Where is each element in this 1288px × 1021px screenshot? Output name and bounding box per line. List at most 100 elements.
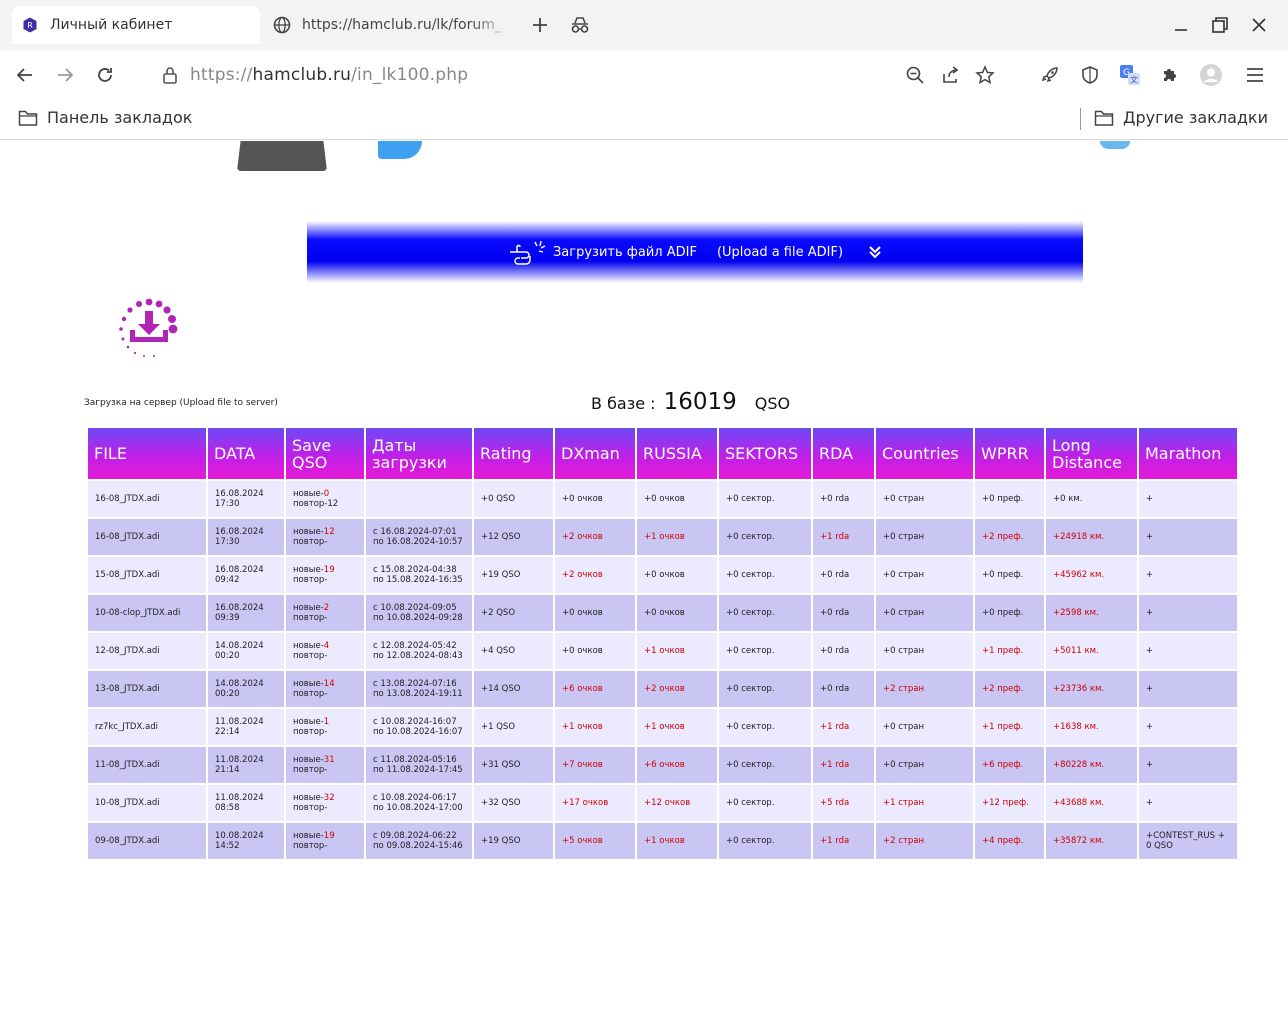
tab-inactive[interactable]: https://hamclub.ru/lk/forum_ bbox=[270, 6, 515, 44]
cell-save-qso: новые-12 повтор- bbox=[286, 519, 364, 555]
cell-data-line: 16.08.2024 bbox=[215, 565, 264, 575]
cell-dates-line: по 11.08.2024-17:45 bbox=[373, 765, 463, 775]
extensions-button[interactable] bbox=[1158, 63, 1182, 87]
folder-icon bbox=[18, 110, 38, 126]
save-new-count: 19 bbox=[323, 565, 335, 575]
cell-file: 11-08_JTDX.adi bbox=[88, 747, 206, 783]
close-window-button[interactable] bbox=[1246, 12, 1272, 38]
cell-marathon: + bbox=[1139, 671, 1237, 707]
header-marathon: Marathon bbox=[1139, 428, 1237, 479]
cell-countries: +0 стран bbox=[876, 709, 973, 745]
cell-rda: +0 rda bbox=[813, 633, 874, 669]
save-new-line: новые-4 bbox=[293, 641, 357, 651]
minimize-button[interactable] bbox=[1168, 12, 1194, 38]
cell-marathon: + bbox=[1139, 747, 1237, 783]
incognito-button[interactable] bbox=[568, 13, 592, 37]
cell-data-line: 09:42 bbox=[215, 575, 240, 585]
menu-button[interactable] bbox=[1243, 63, 1267, 87]
cell-data: 10.08.2024 14:52 bbox=[208, 823, 284, 859]
save-new-label: новые- bbox=[293, 717, 324, 727]
translate-extension-button[interactable]: G文 bbox=[1118, 63, 1142, 87]
cell-file: 15-08_JTDX.adi bbox=[88, 557, 206, 593]
save-new-count: 4 bbox=[323, 641, 330, 651]
qso-count-label: В базе : bbox=[591, 394, 656, 413]
cell-rating: +4 QSO bbox=[474, 633, 553, 669]
profile-button[interactable] bbox=[1199, 63, 1223, 87]
other-bookmarks-label: Другие закладки bbox=[1123, 108, 1268, 127]
zoom-out-button[interactable] bbox=[903, 63, 927, 87]
cell-wprr: +1 преф. bbox=[975, 709, 1044, 745]
folder-icon bbox=[1094, 110, 1114, 126]
header-banner bbox=[0, 141, 1288, 173]
download-server-icon[interactable] bbox=[114, 298, 184, 364]
cell-sektors: +0 сектор. bbox=[719, 633, 811, 669]
other-bookmarks-folder[interactable]: Другие закладки bbox=[1094, 108, 1268, 127]
cell-sektors: +0 сектор. bbox=[719, 519, 811, 555]
save-new-line: новые-19 bbox=[293, 565, 357, 575]
save-new-label: новые- bbox=[293, 641, 324, 651]
bookmarks-bar: Панель закладок Другие закладки bbox=[0, 100, 1288, 140]
cell-dxman: +7 очков bbox=[555, 747, 635, 783]
back-button[interactable] bbox=[13, 63, 37, 87]
new-tab-button[interactable] bbox=[528, 13, 552, 37]
cell-countries: +2 стран bbox=[876, 671, 973, 707]
cell-russia: +2 очков bbox=[637, 671, 717, 707]
cell-countries: +0 стран bbox=[876, 519, 973, 555]
cell-data-line: 16.08.2024 bbox=[215, 603, 264, 613]
restore-button[interactable] bbox=[1207, 12, 1233, 38]
cell-data-line: 22:14 bbox=[215, 727, 240, 737]
forward-button[interactable] bbox=[53, 63, 77, 87]
cell-rda: +1 rda bbox=[813, 823, 874, 859]
bookmark-star-button[interactable] bbox=[973, 63, 997, 87]
table-row: 10-08-clop_JTDX.adi 16.08.2024 09:39 новые-… bbox=[88, 595, 1237, 631]
header-sektors: SEKTORS bbox=[719, 428, 811, 479]
cell-file: 16-08_JTDX.adi bbox=[88, 519, 206, 555]
cell-dates-line: по 12.08.2024-08:43 bbox=[373, 651, 463, 661]
cell-rda: +1 rda bbox=[813, 747, 874, 783]
cell-save-qso: новые-2 повтор- bbox=[286, 595, 364, 631]
header-rda: RDA bbox=[813, 428, 874, 479]
cell-rating: +14 QSO bbox=[474, 671, 553, 707]
cell-marathon: + bbox=[1139, 519, 1237, 555]
cell-long-distance: +45962 км. bbox=[1046, 557, 1137, 593]
save-new-line: новые-14 bbox=[293, 679, 357, 689]
cell-wprr: +4 преф. bbox=[975, 823, 1044, 859]
star-icon bbox=[975, 65, 995, 84]
cell-dates: с 12.08.2024-05:42 по 12.08.2024-08:43 bbox=[366, 633, 472, 669]
bookmarks-panel-folder[interactable]: Панель закладок bbox=[18, 108, 192, 127]
qso-count-value: 16019 bbox=[663, 389, 737, 415]
cell-save-qso: новые-0 повтор-12 bbox=[286, 481, 364, 517]
rocket-extension-button[interactable] bbox=[1038, 63, 1062, 87]
cell-data-line: 17:30 bbox=[215, 499, 240, 509]
upload-adif-button[interactable]: Загрузить файл ADIF (Upload a file ADIF) bbox=[307, 221, 1083, 283]
tab-active[interactable]: R Личный кабинет bbox=[12, 6, 260, 44]
banner-blue-shape bbox=[378, 141, 422, 159]
cell-data: 16.08.2024 09:42 bbox=[208, 557, 284, 593]
save-new-count: 12 bbox=[323, 527, 335, 537]
cell-countries: +0 стран bbox=[876, 595, 973, 631]
cell-dxman: +0 очков bbox=[555, 633, 635, 669]
cell-dates-line: по 15.08.2024-16:35 bbox=[373, 575, 463, 585]
save-new-count: 0 bbox=[323, 489, 330, 499]
translate-icon: G文 bbox=[1120, 65, 1140, 85]
cell-dates-line: по 09.08.2024-15:46 bbox=[373, 841, 463, 851]
cell-sektors: +0 сектор. bbox=[719, 823, 811, 859]
incognito-icon bbox=[571, 17, 589, 33]
banner-dark-shape bbox=[237, 141, 327, 171]
share-button[interactable] bbox=[938, 63, 962, 87]
cell-dxman: +2 очков bbox=[555, 557, 635, 593]
cell-save-qso: новые-14 повтор- bbox=[286, 671, 364, 707]
cell-dates: с 11.08.2024-05:16 по 11.08.2024-17:45 bbox=[366, 747, 472, 783]
reload-button[interactable] bbox=[93, 63, 117, 87]
cell-data: 16.08.2024 17:30 bbox=[208, 519, 284, 555]
cell-dates: с 10.08.2024-06:17 по 10.08.2024-17:00 bbox=[366, 785, 472, 821]
save-new-label: новые- bbox=[293, 679, 324, 689]
bookmarks-divider bbox=[1080, 108, 1081, 130]
shield-extension-button[interactable] bbox=[1078, 63, 1102, 87]
cell-save-qso: новые-32 повтор- bbox=[286, 785, 364, 821]
tab-title-inactive: https://hamclub.ru/lk/forum_ bbox=[302, 17, 502, 33]
lock-icon[interactable] bbox=[158, 63, 182, 87]
double-chevron-down-icon bbox=[869, 246, 881, 259]
address-bar[interactable]: https://hamclub.ru/in_lk100.php bbox=[156, 58, 1016, 92]
cell-marathon: + bbox=[1139, 481, 1237, 517]
